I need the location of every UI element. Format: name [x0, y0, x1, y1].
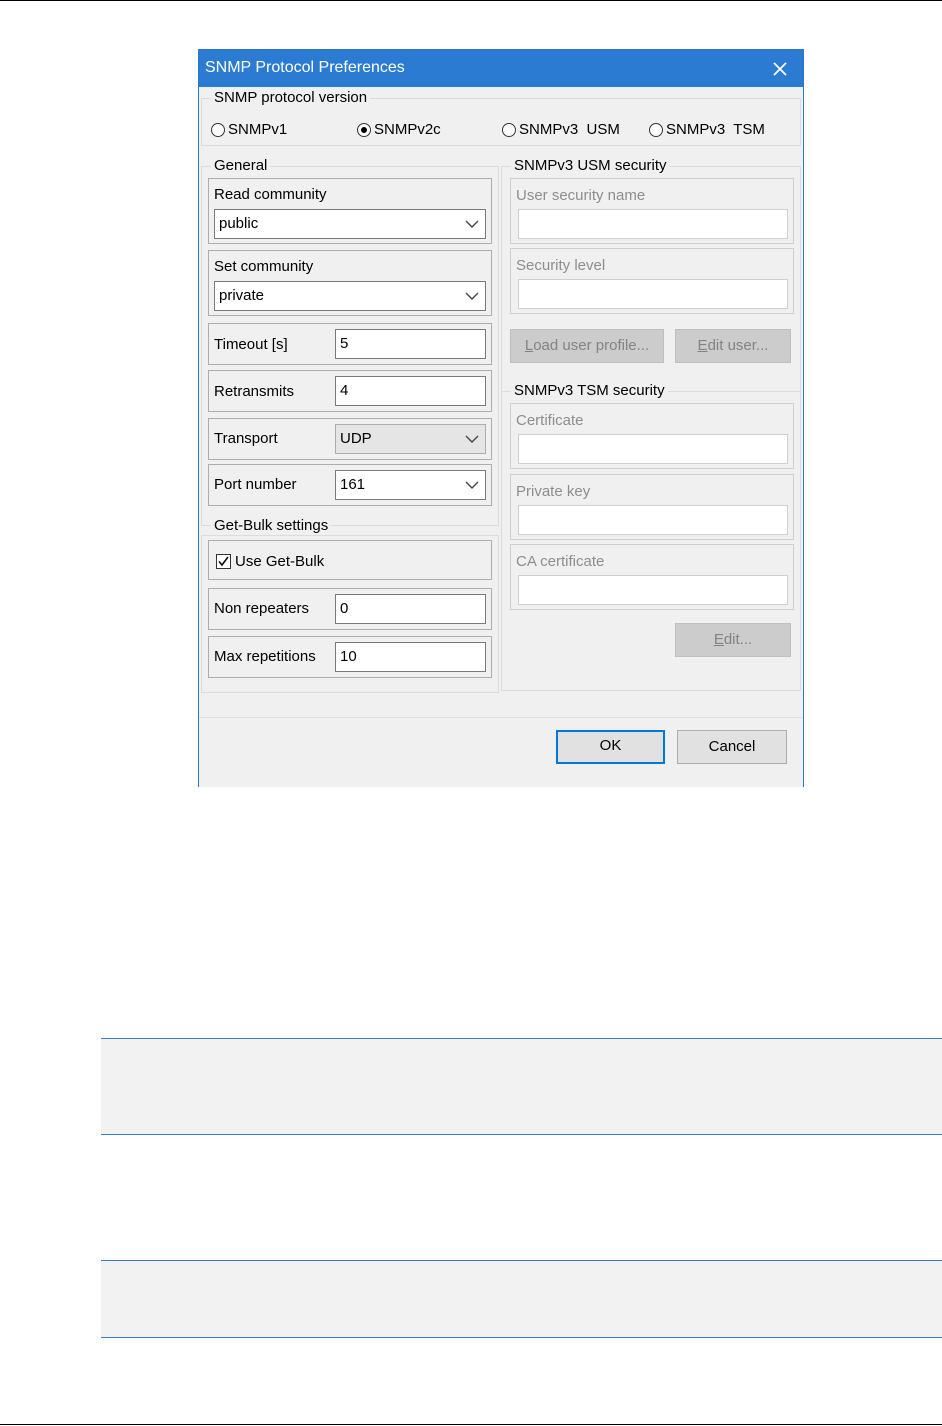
tsm-edit-button[interactable]: Edit... [675, 623, 791, 657]
edit-user-label: dit user... [707, 337, 769, 354]
load-user-profile-button[interactable]: Load user profile... [510, 329, 664, 363]
set-community-combo[interactable]: private [214, 281, 486, 311]
use-get-bulk-checkbox[interactable]: Use Get-Bulk [216, 553, 324, 570]
set-community-field: Set community private [208, 250, 492, 316]
checkmark-icon [218, 556, 229, 567]
user-security-name-input[interactable] [518, 209, 788, 239]
edit-user-button[interactable]: Edit user... [675, 329, 791, 363]
read-community-combo[interactable]: public [214, 209, 486, 239]
chevron-down-icon [465, 292, 479, 300]
non-repeaters-input[interactable]: 0 [335, 594, 486, 624]
use-get-bulk-field: Use Get-Bulk [208, 540, 492, 580]
chevron-down-icon [465, 435, 479, 443]
close-button[interactable] [757, 50, 803, 87]
radio-snmpv3-tsm[interactable]: SNMPv3 TSM [649, 121, 765, 138]
tsm-edit-label: dit... [723, 631, 753, 648]
timeout-field: Timeout [s] 5 [208, 323, 492, 365]
read-community-field: Read community public [208, 178, 492, 244]
note-band-2 [101, 1260, 942, 1338]
user-security-name-field: User security name [510, 178, 794, 244]
chevron-down-icon [465, 481, 479, 489]
protocol-version-legend: SNMP protocol version [211, 90, 371, 106]
timeout-input[interactable]: 5 [335, 329, 486, 359]
non-repeaters-label: Non repeaters [214, 600, 310, 617]
transport-combo[interactable]: UDP [335, 424, 486, 454]
snmp-preferences-dialog: SNMP Protocol Preferences SNMP protocol … [198, 49, 804, 787]
checkbox-box [216, 554, 231, 569]
radio-snmpv3-usm[interactable]: SNMPv3 USM [502, 121, 620, 138]
ok-button[interactable]: OK [556, 730, 665, 764]
transport-label: Transport [214, 430, 278, 447]
transport-field: Transport UDP [208, 418, 492, 460]
radio-indicator [502, 122, 516, 137]
retransmits-field: Retransmits 4 [208, 370, 492, 412]
certificate-field: Certificate [510, 403, 794, 469]
radio-snmpv1[interactable]: SNMPv1 [211, 121, 287, 138]
load-user-profile-label: oad user profile... [533, 337, 650, 354]
top-page-rule [0, 0, 942, 1]
chevron-down-icon [465, 220, 479, 228]
radio-indicator [649, 122, 663, 137]
ca-certificate-input[interactable] [518, 575, 788, 605]
timeout-label: Timeout [s] [214, 336, 288, 353]
edit-user-mnemonic: E [697, 337, 708, 354]
port-number-field: Port number 161 [208, 464, 492, 506]
port-number-label: Port number [214, 476, 297, 493]
ca-certificate-label: CA certificate [516, 553, 605, 570]
use-get-bulk-label: Use Get-Bulk [235, 553, 325, 570]
transport-value: UDP [340, 430, 372, 447]
close-icon [773, 61, 787, 76]
max-repetitions-field: Max repetitions 10 [208, 636, 492, 678]
user-security-name-label: User security name [516, 187, 646, 204]
read-community-value: public [219, 215, 259, 232]
dialog-footer: OK Cancel [199, 717, 803, 787]
private-key-field: Private key [510, 474, 794, 540]
bottom-page-rule [0, 1424, 942, 1425]
dialog-title: SNMP Protocol Preferences [205, 59, 405, 76]
non-repeaters-field: Non repeaters 0 [208, 588, 492, 630]
title-bar: SNMP Protocol Preferences [199, 50, 803, 87]
tsm-edit-mnemonic: E [713, 631, 724, 648]
usm-security-legend: SNMPv3 USM security [511, 158, 670, 174]
port-number-value: 161 [340, 476, 366, 493]
retransmits-label: Retransmits [214, 383, 295, 400]
ca-certificate-field: CA certificate [510, 544, 794, 610]
security-level-input[interactable] [518, 279, 788, 309]
load-user-profile-mnemonic: L [524, 337, 534, 354]
retransmits-input[interactable]: 4 [335, 376, 486, 406]
radio-label: SNMPv3 TSM [666, 121, 765, 138]
note-band-1 [101, 1038, 942, 1135]
general-legend: General [211, 158, 271, 174]
port-number-combo[interactable]: 161 [335, 470, 486, 500]
set-community-value: private [219, 287, 265, 304]
private-key-input[interactable] [518, 505, 788, 535]
read-community-label: Read community [214, 186, 327, 203]
set-community-label: Set community [214, 258, 314, 275]
private-key-label: Private key [516, 483, 591, 500]
certificate-label: Certificate [516, 412, 584, 429]
max-repetitions-input[interactable]: 10 [335, 642, 486, 672]
radio-snmpv2c[interactable]: SNMPv2c [357, 121, 441, 138]
radio-label: SNMPv2c [374, 121, 441, 138]
get-bulk-legend: Get-Bulk settings [211, 518, 332, 534]
radio-indicator [211, 122, 225, 137]
cancel-button[interactable]: Cancel [677, 730, 787, 764]
security-level-label: Security level [516, 257, 606, 274]
security-level-field: Security level [510, 248, 794, 314]
certificate-input[interactable] [518, 434, 788, 464]
max-repetitions-label: Max repetitions [214, 648, 316, 665]
tsm-security-legend: SNMPv3 TSM security [511, 383, 668, 399]
radio-label: SNMPv1 [228, 121, 288, 138]
radio-label: SNMPv3 USM [519, 121, 620, 138]
radio-indicator-selected [357, 122, 371, 137]
